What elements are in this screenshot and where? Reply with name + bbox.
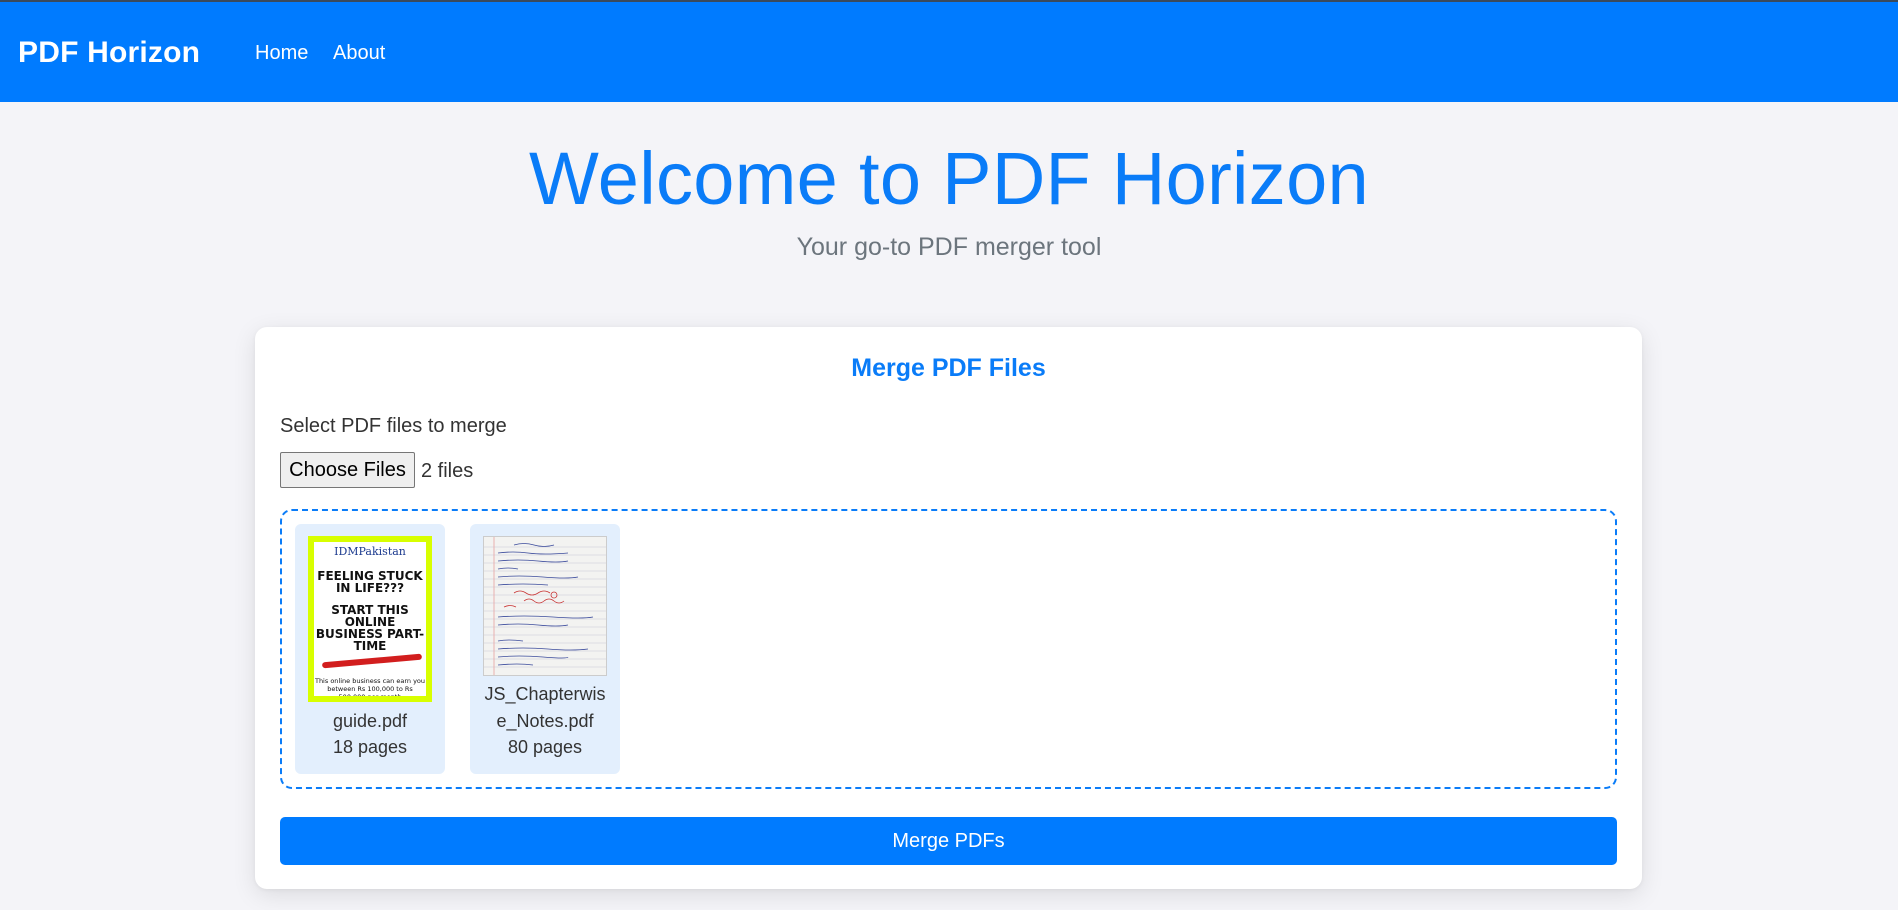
preview-headline: FEELING STUCK IN LIFE??? [317,569,423,595]
merge-pdfs-button[interactable]: Merge PDFs [280,817,1617,865]
preview-footer-text: This online business can earn you betwee… [314,677,426,696]
file-dropzone[interactable]: IDMPakistan FEELING STUCK IN LIFE??? STA… [280,509,1617,789]
file-name: guide.pdf [332,711,408,731]
file-name-line-1: JS_Chapterwis [484,684,606,704]
page-subtitle: Your go-to PDF merger tool [796,233,1102,261]
pdf-preview-image: IDMPakistan FEELING STUCK IN LIFE??? STA… [308,536,432,702]
file-name-line-2: e_Notes.pdf [496,711,594,731]
merge-card: Merge PDF Files Select PDF files to merg… [255,327,1642,889]
choose-files-button[interactable]: Choose Files [280,452,415,488]
brand-logo[interactable]: PDF Horizon [18,36,200,70]
card-title: Merge PDF Files [851,354,1046,382]
preview-headline-2: START THIS ONLINE BUSINESS PART-TIME [315,603,425,653]
file-name: JS_Chapterwis e_Notes.pdf [470,681,620,735]
file-thumbnail-card[interactable]: IDMPakistan FEELING STUCK IN LIFE??? STA… [295,524,445,774]
preview-red-stroke [321,653,423,669]
preview-brand-text: IDMPakistan [334,545,406,558]
file-thumbnail-card[interactable]: JS_Chapterwis e_Notes.pdf 80 pages [470,524,620,774]
navbar: PDF Horizon Home About [0,2,1898,102]
file-page-count: 18 pages [332,737,408,757]
file-page-count: 80 pages [507,737,583,757]
handwritten-notes-preview [484,537,606,675]
file-count-text: 2 files [421,460,474,482]
nav-link-home[interactable]: Home [255,42,308,65]
pdf-preview-image [483,536,607,676]
file-select-label: Select PDF files to merge [280,415,507,437]
nav-link-about[interactable]: About [333,42,385,65]
page-title: Welcome to PDF Horizon [528,137,1370,220]
